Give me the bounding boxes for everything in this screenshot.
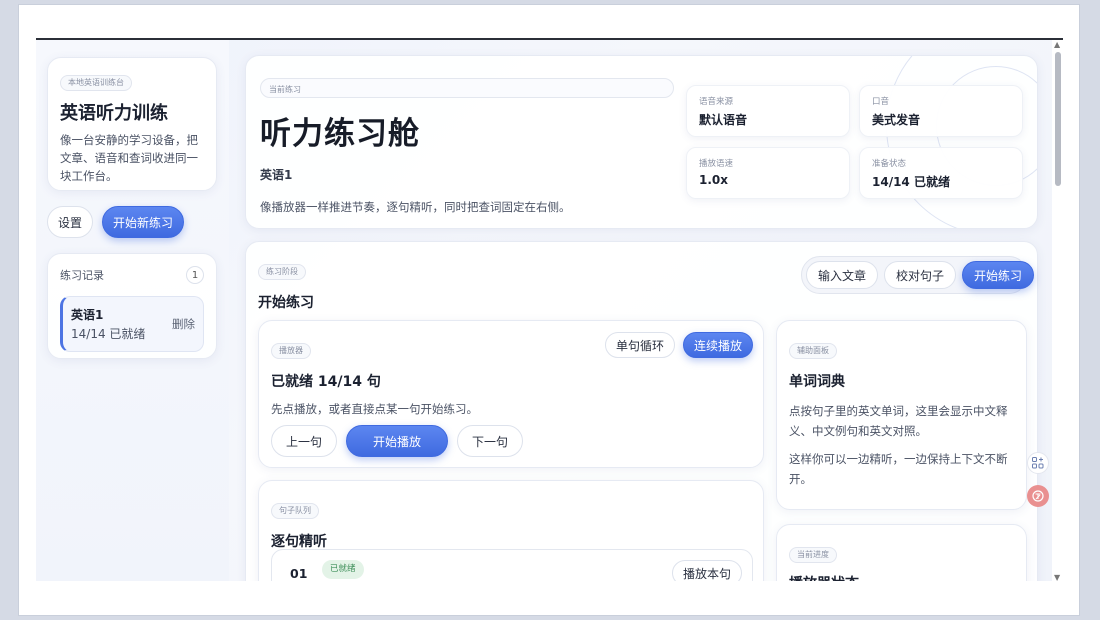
- prev-sentence-button[interactable]: 上一句: [271, 425, 338, 457]
- player-controls: 上一句 开始播放 下一句: [271, 425, 524, 457]
- apps-grid-icon[interactable]: [1027, 452, 1049, 474]
- stat-value: 美式发音: [872, 113, 921, 127]
- stat-label: 播放语速: [699, 159, 734, 169]
- stat-ready: 准备状态 14/14 已就绪: [859, 147, 1023, 199]
- hero-tag-bar: 当前练习: [260, 78, 674, 98]
- translate-icon-svg: [1032, 490, 1044, 502]
- dictionary-hint-2: 这样你可以一边精听，一边保持上下文不断开。: [789, 452, 1008, 486]
- stat-label: 口音: [872, 97, 890, 107]
- stage-tag: 练习阶段: [258, 264, 306, 280]
- history-title: 练习记录: [60, 269, 104, 282]
- player-card: 播放器 单句循环 连续播放 已就绪 14/14 句 先点播放，或者直接点某一句开…: [258, 320, 764, 468]
- new-practice-button[interactable]: 开始新练习: [102, 206, 184, 238]
- step-input-article[interactable]: 输入文章: [806, 261, 879, 289]
- progress-title: 播放器状态: [789, 573, 859, 581]
- history-item-name: 英语1: [71, 308, 104, 322]
- hero-title: 听力练习舱: [260, 116, 420, 152]
- sentence-status-badge: 已就绪: [322, 560, 364, 579]
- stat-voice-source: 语音来源 默认语音: [686, 85, 850, 137]
- stat-label: 语音来源: [699, 97, 734, 107]
- sidebar: 本地英语训练台 英语听力训练 像一台安静的学习设备，把文章、语音和查词收进同一块…: [36, 40, 229, 581]
- settings-button[interactable]: 设置: [47, 206, 93, 238]
- history-header: 练习记录 1: [60, 266, 204, 284]
- vertical-scrollbar[interactable]: ▲ ▼: [1053, 40, 1063, 582]
- brand-tag: 本地英语训练台: [60, 75, 132, 91]
- history-count-badge: 1: [186, 266, 204, 284]
- player-description: 先点播放，或者直接点某一句开始练习。: [271, 402, 478, 416]
- scroll-down-icon[interactable]: ▼: [1054, 573, 1060, 582]
- progress-tag: 当前进度: [789, 547, 837, 563]
- hero-card: 当前练习 听力练习舱 英语1 像播放器一样推进节奏，逐句精听，同时把查词固定在右…: [245, 55, 1038, 229]
- sentence-queue-card: 句子队列 逐句精听 01 已就绪 播放本句: [258, 480, 764, 581]
- single-loop-button[interactable]: 单句循环: [604, 332, 675, 358]
- stage-title: 开始练习: [258, 295, 314, 311]
- continuous-play-button[interactable]: 连续播放: [682, 332, 753, 358]
- player-tag: 播放器: [271, 343, 311, 359]
- start-play-button[interactable]: 开始播放: [346, 425, 449, 457]
- dictionary-card: 辅助面板 单词词典 点按句子里的英文单词，这里会显示中文释义、中文例句和英文对照…: [776, 320, 1027, 510]
- apps-grid-icon-svg: [1032, 457, 1044, 469]
- step-start-practice[interactable]: 开始练习: [962, 261, 1035, 289]
- brand-description: 像一台安静的学习设备，把文章、语音和查词收进同一块工作台。: [60, 133, 198, 183]
- hero-subtitle: 英语1: [260, 168, 293, 182]
- stat-value: 默认语音: [699, 113, 748, 127]
- player-title: 已就绪 14/14 句: [271, 374, 381, 390]
- stat-value: 14/14 已就绪: [872, 175, 950, 189]
- dictionary-title: 单词词典: [789, 374, 845, 390]
- hero-tag: 当前练习: [269, 85, 301, 94]
- queue-tag: 句子队列: [271, 503, 319, 519]
- progress-card: 当前进度 播放器状态: [776, 524, 1027, 581]
- sidebar-actions: 设置 开始新练习: [47, 206, 184, 238]
- history-item-text: 英语1 14/14 已就绪: [71, 306, 145, 342]
- translate-icon[interactable]: [1027, 485, 1049, 507]
- stat-label: 准备状态: [872, 159, 907, 169]
- next-sentence-button[interactable]: 下一句: [457, 425, 524, 457]
- brand-card: 本地英语训练台 英语听力训练 像一台安静的学习设备，把文章、语音和查词收进同一块…: [47, 57, 217, 191]
- play-mode-group: 单句循环 连续播放: [604, 332, 753, 358]
- history-item-delete-button[interactable]: 删除: [172, 316, 195, 332]
- app-root: 本地英语训练台 英语听力训练 像一台安静的学习设备，把文章、语音和查词收进同一块…: [36, 40, 1052, 581]
- scroll-up-icon[interactable]: ▲: [1054, 40, 1060, 49]
- step-switcher: 输入文章 校对句子 开始练习: [801, 256, 1035, 294]
- brand-title: 英语听力训练: [60, 103, 168, 124]
- history-item[interactable]: 英语1 14/14 已就绪 删除: [60, 296, 204, 352]
- sentence-row[interactable]: 01 已就绪 播放本句: [271, 549, 753, 581]
- step-review-sentences[interactable]: 校对句子: [884, 261, 957, 289]
- history-item-status: 14/14 已就绪: [71, 327, 146, 341]
- sentence-number: 01: [290, 566, 308, 581]
- practice-stage-card: 练习阶段 开始练习 输入文章 校对句子 开始练习 播放器 单句循环 连续播放 已…: [245, 241, 1038, 581]
- hero-description: 像播放器一样推进节奏，逐句精听，同时把查词固定在右侧。: [260, 200, 571, 214]
- dictionary-hint: 点按句子里的英文单词，这里会显示中文释义、中文例句和英文对照。: [789, 404, 1008, 438]
- history-card: 练习记录 1 英语1 14/14 已就绪 删除: [47, 253, 217, 359]
- queue-title: 逐句精听: [271, 534, 327, 550]
- stat-accent: 口音 美式发音: [859, 85, 1023, 137]
- stat-value: 1.0x: [699, 173, 728, 187]
- play-sentence-button[interactable]: 播放本句: [671, 560, 742, 581]
- scrollbar-thumb[interactable]: [1055, 52, 1061, 186]
- dictionary-tag: 辅助面板: [789, 343, 837, 359]
- stat-speed: 播放语速 1.0x: [686, 147, 850, 199]
